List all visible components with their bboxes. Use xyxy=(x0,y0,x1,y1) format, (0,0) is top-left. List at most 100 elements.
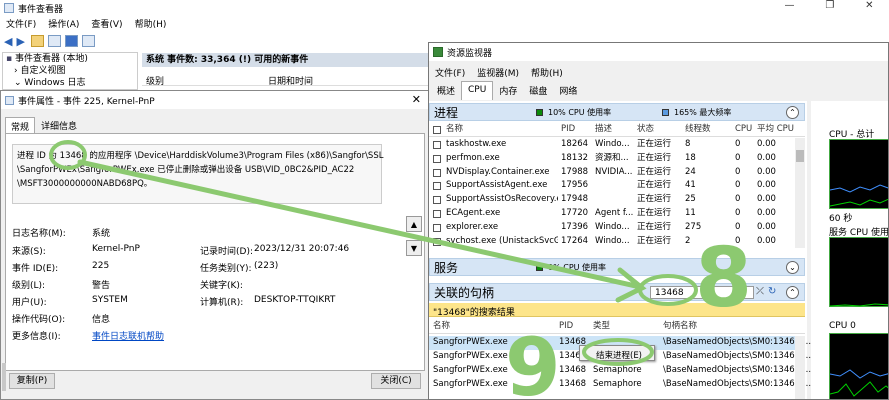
end-process-menu-item[interactable]: 结束进程(E) xyxy=(596,349,642,361)
handles-column-pid[interactable]: PID xyxy=(559,320,573,333)
handles-column-name[interactable]: 名称 xyxy=(433,320,450,333)
description-line-1: 进程 ID 为 13468 的应用程序 \Device\HarddiskVolu… xyxy=(17,151,384,161)
process-checkbox[interactable] xyxy=(433,168,441,177)
maximize-icon[interactable]: ❐ xyxy=(825,0,834,16)
column-cpu[interactable]: CPU xyxy=(735,123,752,136)
console-icon[interactable] xyxy=(81,35,95,47)
handle-search-input[interactable]: 13468 xyxy=(655,288,684,298)
proc-name: svchost.exe (UnistackSvcGro... xyxy=(446,235,558,246)
column-pid[interactable]: PID xyxy=(561,123,575,136)
process-checkbox[interactable] xyxy=(433,154,441,163)
handles-column-handle-name[interactable]: 句柄名称 xyxy=(663,320,697,333)
close-icon[interactable]: ✕ xyxy=(865,0,873,16)
resize-grip-icon[interactable] xyxy=(2,363,6,391)
tab-network[interactable]: 网络 xyxy=(553,81,583,100)
process-row[interactable]: SupportAssistAgent.exe 17956 正在运行 41 0 0.00 xyxy=(429,179,795,193)
collapse-processes-icon[interactable]: ⌃ xyxy=(786,106,799,119)
processes-scrollbar[interactable] xyxy=(795,138,805,248)
handle-name: \BaseNamedObjects\SM0:13468:... xyxy=(663,379,812,389)
process-checkbox[interactable] xyxy=(433,196,441,205)
proc-description: Windo... xyxy=(595,221,630,232)
folder-icon[interactable] xyxy=(30,35,44,47)
cpu0-plot xyxy=(829,369,888,397)
process-checkbox[interactable] xyxy=(433,141,441,149)
proc-avg-cpu: 0.00 xyxy=(757,180,776,191)
copy-button[interactable]: 复制(P) xyxy=(9,373,55,389)
proc-status: 正在运行 xyxy=(637,180,672,191)
context-menu: 结束进程(E) xyxy=(579,345,655,361)
proc-name: SupportAssistOsRecovery.exe xyxy=(446,194,558,205)
handle-row[interactable]: SangforPWEx.exe 13468 Semaphore \BaseNamedO… xyxy=(429,378,811,392)
process-row[interactable]: NVDisplay.Container.exe 17988 NVIDIA... 正在运… xyxy=(429,166,795,180)
processes-scroll-thumb[interactable] xyxy=(796,150,804,162)
handle-row[interactable]: SangforPWEx.exe 13468 Semaphore \BaseNamedO… xyxy=(429,364,811,378)
dialog-close-icon[interactable]: ✕ xyxy=(412,93,421,106)
services-title: 服务 xyxy=(434,260,459,275)
close-button[interactable]: 关闭(C) xyxy=(371,373,421,389)
process-row[interactable]: taskhostw.exe 18264 Windo... 正在运行 8 0 0.00 xyxy=(429,138,795,152)
tree-item-windows-logs[interactable]: ⌄ Windows 日志 xyxy=(6,77,137,89)
proc-description: Windo... xyxy=(595,235,630,246)
field-logged-label: 记录时间(D): xyxy=(200,247,253,257)
menu-action[interactable]: 操作(A) xyxy=(48,17,79,30)
search-refresh-icon[interactable]: ↻ xyxy=(768,286,776,297)
process-checkbox[interactable] xyxy=(433,210,441,218)
back-arrow-icon[interactable]: ◀ xyxy=(4,35,12,48)
select-all-checkbox[interactable] xyxy=(433,126,441,134)
menu-view[interactable]: 查看(V) xyxy=(91,17,122,30)
handles-scrollbar[interactable] xyxy=(795,336,805,399)
process-checkbox[interactable] xyxy=(433,223,441,232)
properties-icon[interactable] xyxy=(47,35,61,47)
handles-column-type[interactable]: 类型 xyxy=(593,320,610,333)
process-row[interactable]: perfmon.exe 18132 资源和... 正在运行 18 0 0.00 xyxy=(429,152,795,166)
proc-pid: 17948 xyxy=(561,194,589,205)
column-datetime[interactable]: 日期和时间 xyxy=(268,74,313,87)
column-status[interactable]: 状态 xyxy=(637,123,654,136)
tab-cpu[interactable]: CPU xyxy=(461,81,494,100)
field-opcode-label: 操作代码(O): xyxy=(12,315,66,325)
proc-threads: 8 xyxy=(685,139,691,149)
event-properties-title: 事件属性 - 事件 225, Kernel-PnP xyxy=(18,96,155,107)
resmon-menu-monitor[interactable]: 监视器(M) xyxy=(477,66,519,79)
column-description[interactable]: 描述 xyxy=(595,123,612,136)
description-line-3: \MSFT3000000000NABD68PQ。 xyxy=(17,179,153,189)
search-clear-icon[interactable]: ⤫ xyxy=(756,286,764,297)
minimize-icon[interactable]: — xyxy=(784,0,794,16)
proc-cpu: 0 xyxy=(735,194,741,205)
tab-memory[interactable]: 内存 xyxy=(493,81,523,100)
resmon-title: 资源监视器 xyxy=(447,48,493,59)
tab-disk[interactable]: 磁盘 xyxy=(523,81,553,100)
field-task-category-value: (223) xyxy=(254,261,279,271)
process-checkbox[interactable] xyxy=(433,237,441,246)
proc-cpu: 0 xyxy=(735,208,741,218)
collapse-handles-icon[interactable]: ⌃ xyxy=(786,286,799,299)
column-name[interactable]: 名称 xyxy=(446,123,463,136)
field-level-label: 级别(L): xyxy=(12,281,46,291)
field-log-name-label: 日志名称(M): xyxy=(12,229,66,239)
process-row[interactable]: SupportAssistOsRecovery.exe17948 正在运行 25 0 0… xyxy=(429,193,795,207)
description-scroll-down[interactable]: ▼ xyxy=(406,240,422,256)
resmon-menu-file[interactable]: 文件(F) xyxy=(435,66,465,79)
resmon-menu-help[interactable]: 帮助(H) xyxy=(531,66,563,79)
graph-cpu0-label: CPU 0 xyxy=(829,321,856,331)
column-threads[interactable]: 线程数 xyxy=(685,123,711,136)
field-task-category-label: 任务类别(Y): xyxy=(200,264,252,274)
processes-section-header[interactable]: 进程 10% CPU 使用率 165% 最大频率 ⌃ xyxy=(429,103,805,121)
description-scroll-up[interactable]: ▲ xyxy=(406,216,422,232)
event-log-online-help-link[interactable]: 事件日志联机帮助 xyxy=(92,329,164,342)
tree-item-local[interactable]: ▪ 事件查看器 (本地) xyxy=(6,53,137,65)
search-results-text: "13468"的搜索结果 xyxy=(433,308,515,318)
process-checkbox[interactable] xyxy=(433,182,441,191)
column-level[interactable]: 级别 xyxy=(146,74,164,87)
help-icon[interactable] xyxy=(64,35,78,47)
menu-help[interactable]: 帮助(H) xyxy=(135,17,167,30)
process-row[interactable]: ECAgent.exe 17720 Agent f... 正在运行 11 0 0.00 xyxy=(429,207,795,221)
menu-file[interactable]: 文件(F) xyxy=(6,17,36,30)
chevron-down-icon: ⌄ xyxy=(14,78,25,88)
column-avg-cpu[interactable]: 平均 CPU xyxy=(757,123,794,136)
tree-item-custom-views[interactable]: › 自定义视图 xyxy=(6,65,137,77)
tab-overview[interactable]: 概述 xyxy=(431,81,461,100)
forward-arrow-icon[interactable]: ▶ xyxy=(16,35,24,48)
expand-services-icon[interactable]: ⌄ xyxy=(786,261,799,274)
handle-name: \BaseNamedObjects\SM0:13468:... xyxy=(663,365,812,375)
